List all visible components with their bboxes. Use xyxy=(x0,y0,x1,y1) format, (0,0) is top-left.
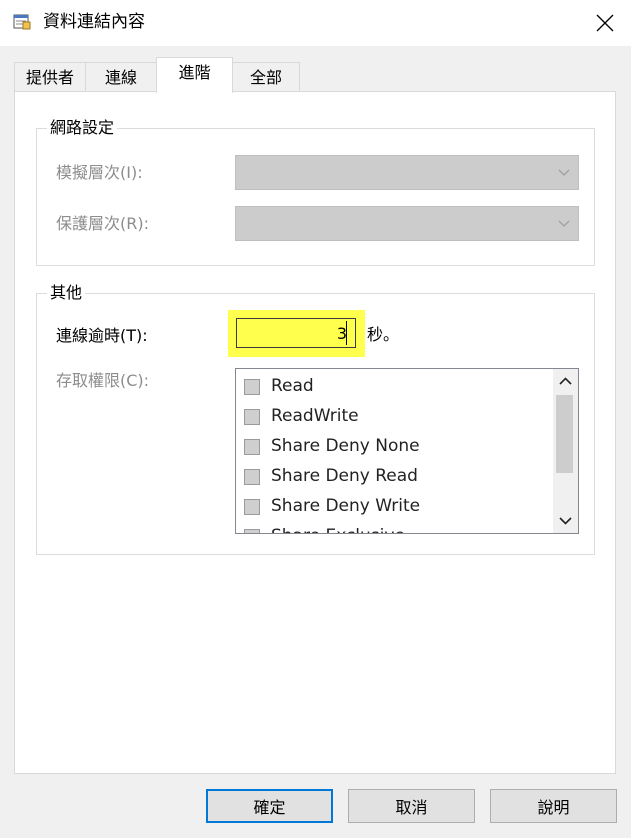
chevron-up-icon xyxy=(559,377,572,385)
tab-label: 連線 xyxy=(104,68,137,87)
tab-advanced[interactable]: 進階 xyxy=(156,57,233,93)
tab-connection[interactable]: 連線 xyxy=(85,62,157,92)
tab-provider[interactable]: 提供者 xyxy=(14,62,86,92)
checkbox[interactable] xyxy=(244,529,260,533)
list-item[interactable]: Share Deny None xyxy=(244,432,554,462)
list-item[interactable]: ReadWrite xyxy=(244,402,554,432)
list-item-label: Share Deny Read xyxy=(271,466,418,486)
checkbox[interactable] xyxy=(244,379,260,395)
impersonation-level-select[interactable] xyxy=(235,155,579,190)
access-permissions-list[interactable]: Read ReadWrite Share Deny None Share Den… xyxy=(235,368,579,534)
access-permissions-label: 存取權限(C): xyxy=(56,371,150,390)
chevron-down-icon xyxy=(558,220,570,227)
scroll-up-button[interactable] xyxy=(553,369,578,393)
timeout-highlight xyxy=(228,310,365,357)
list-item-label: Share Exclusive xyxy=(271,525,405,533)
checkbox[interactable] xyxy=(244,469,260,485)
list-item[interactable]: Share Exclusive xyxy=(244,522,554,533)
network-settings-title: 網路設定 xyxy=(47,118,118,138)
list-item-label: Share Deny None xyxy=(271,436,420,456)
protection-level-label: 保護層次(R): xyxy=(56,214,149,233)
list-item-label: Read xyxy=(271,376,314,396)
chevron-down-icon xyxy=(558,169,570,176)
tab-label: 提供者 xyxy=(25,68,74,87)
ok-button[interactable]: 確定 xyxy=(206,789,333,823)
list-item[interactable]: Share Deny Read xyxy=(244,462,554,492)
other-settings-title: 其他 xyxy=(47,283,86,303)
title-bar: 資料連結內容 xyxy=(0,0,631,46)
checkbox[interactable] xyxy=(244,439,260,455)
timeout-unit-label: 秒。 xyxy=(367,325,400,344)
cancel-button[interactable]: 取消 xyxy=(348,789,475,823)
connection-timeout-label: 連線逾時(T): xyxy=(56,326,148,345)
checkbox[interactable] xyxy=(244,499,260,515)
data-link-icon xyxy=(13,14,31,30)
text-caret xyxy=(346,321,347,345)
scroll-down-button[interactable] xyxy=(553,509,578,533)
close-icon xyxy=(596,14,614,32)
dialog-window: 資料連結內容 提供者 連線 進階 全部 網路設定 模擬層次(I): 保護層次(R… xyxy=(0,0,631,838)
network-settings-group xyxy=(36,128,595,266)
list-scrollbar[interactable] xyxy=(553,369,578,533)
list-item-label: ReadWrite xyxy=(271,406,359,426)
connection-timeout-input[interactable] xyxy=(236,318,356,348)
tab-all[interactable]: 全部 xyxy=(232,62,300,92)
close-button[interactable] xyxy=(586,4,624,42)
list-item[interactable]: Read xyxy=(244,372,554,402)
protection-level-select[interactable] xyxy=(235,206,579,241)
scroll-thumb[interactable] xyxy=(556,395,573,473)
tab-label: 全部 xyxy=(249,68,282,87)
help-button[interactable]: 說明 xyxy=(490,789,617,823)
impersonation-level-label: 模擬層次(I): xyxy=(56,163,143,182)
window-title: 資料連結內容 xyxy=(43,12,145,32)
chevron-down-icon xyxy=(559,517,572,525)
tab-label: 進階 xyxy=(178,63,211,82)
list-item[interactable]: Share Deny Write xyxy=(244,492,554,522)
checkbox[interactable] xyxy=(244,409,260,425)
list-item-label: Share Deny Write xyxy=(271,496,421,516)
